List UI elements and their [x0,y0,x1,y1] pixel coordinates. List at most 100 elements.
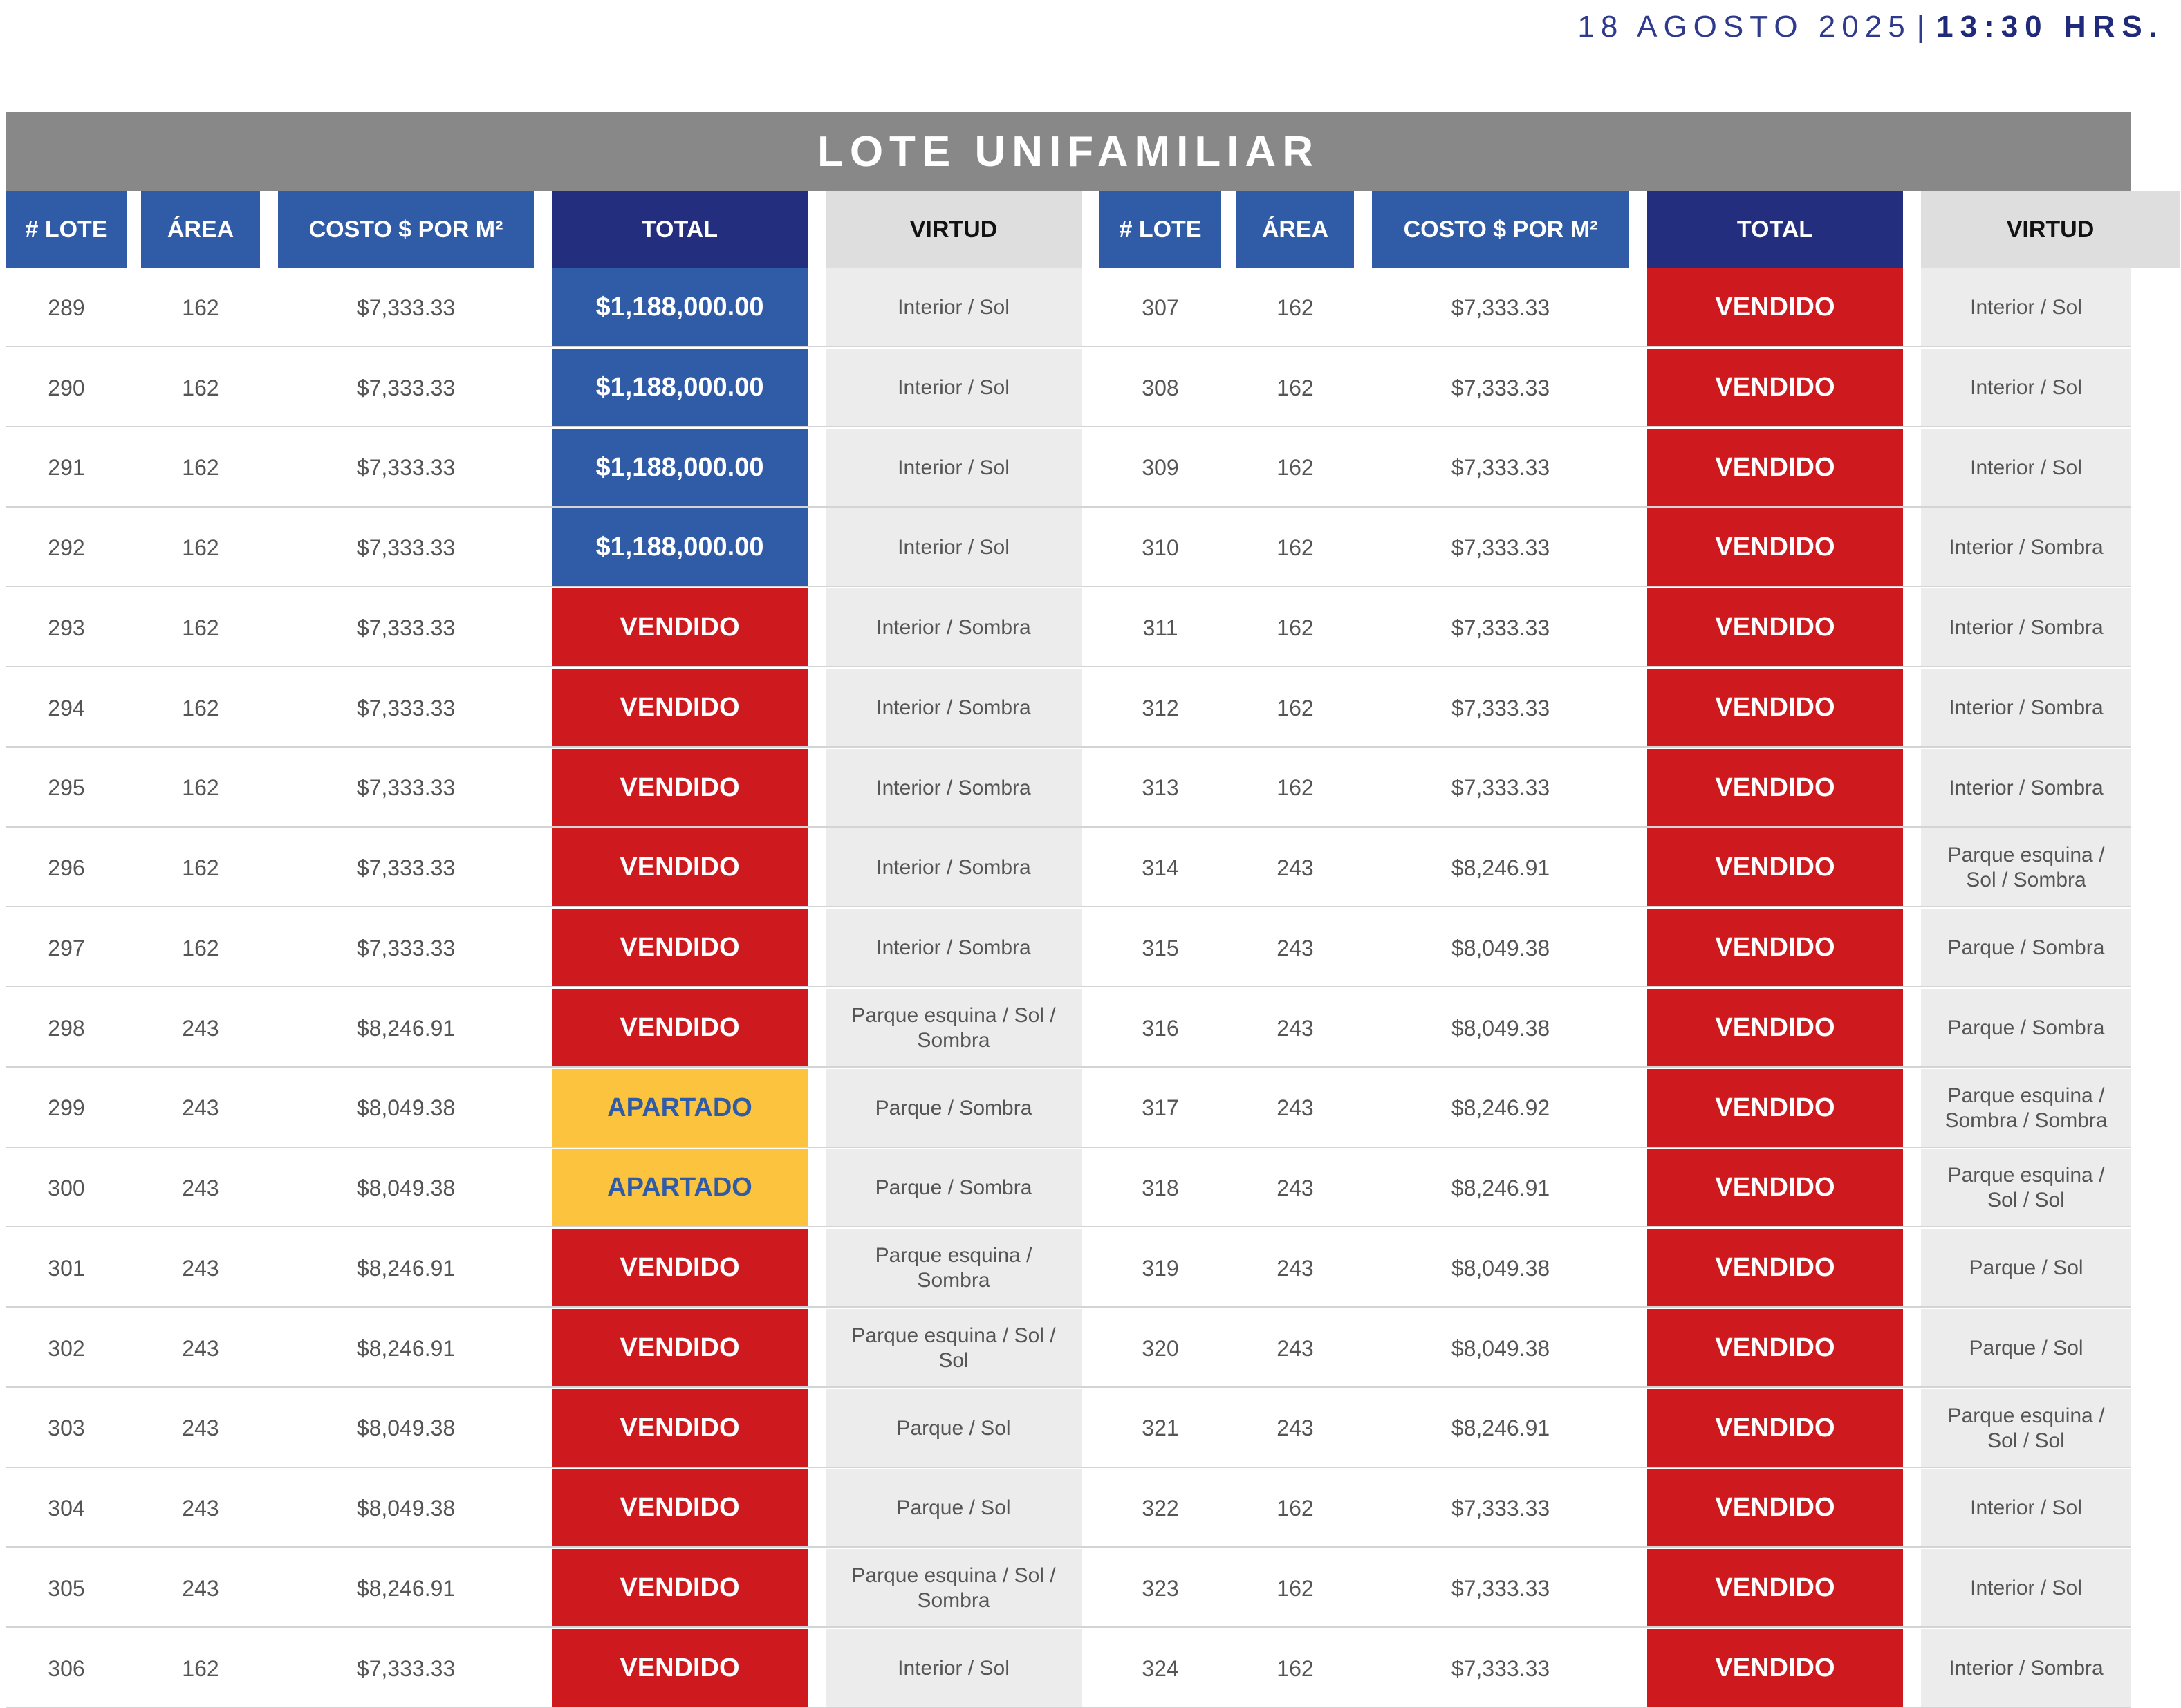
area-cell: 162 [182,455,219,481]
total-sold-badge: VENDIDO [1647,828,1903,908]
lote-cell: 310 [1142,535,1179,561]
header-total-left: TOTAL [552,191,808,268]
area-cell: 243 [182,1415,219,1441]
header-total-right: TOTAL [1647,191,1903,268]
costo-cell: $7,333.33 [356,295,456,320]
total-sold-badge: VENDIDO [552,1229,808,1308]
costo-cell: $8,246.92 [1451,1095,1550,1121]
lote-cell: 297 [48,935,85,960]
area-cell: 162 [1277,375,1314,400]
area-cell: 162 [182,615,219,640]
header-virtud-right: VIRTUD [1921,191,2180,268]
costo-cell: $7,333.33 [1451,375,1550,400]
total-sold-badge: VENDIDO [1647,348,1903,427]
area-cell: 243 [182,1496,219,1521]
lote-cell: 314 [1142,855,1179,881]
lote-cell: 313 [1142,775,1179,801]
header-costo-right: COSTO $ POR M² [1372,191,1629,268]
lote-cell: 305 [48,1575,85,1601]
header-row: # LOTE ÁREA COSTO $ POR M² TOTAL VIRTUD … [0,191,2181,268]
costo-cell: $7,333.33 [1451,535,1550,561]
total-price-badge: $1,188,000.00 [552,348,808,427]
lote-cell: 322 [1142,1496,1179,1521]
virtud-cell: Parque esquina / Sol / Sombra [826,988,1082,1068]
table-row: 306 162 $7,333.33 VENDIDO Interior / Sol 324 1… [0,1628,2181,1708]
area-cell: 162 [1277,775,1314,801]
area-cell: 162 [182,535,219,561]
table-row: 305 243 $8,246.91 VENDIDO Parque esquina / S… [0,1549,2181,1628]
table-row: 304 243 $8,049.38 VENDIDO Parque / Sol 322 162… [0,1469,2181,1548]
total-price-badge: $1,188,000.00 [552,508,808,588]
virtud-cell: Parque / Sombra [826,1068,1082,1148]
lote-cell: 308 [1142,375,1179,400]
costo-cell: $8,049.38 [1451,1015,1550,1041]
lote-cell: 309 [1142,455,1179,481]
total-price-badge: $1,188,000.00 [552,428,808,508]
lote-cell: 303 [48,1415,85,1441]
table-row: 301 243 $8,246.91 VENDIDO Parque esquina / S… [0,1229,2181,1308]
total-sold-badge: VENDIDO [1647,508,1903,588]
lote-cell: 306 [48,1655,85,1681]
area-cell: 243 [1277,1176,1314,1201]
total-sold-badge: VENDIDO [552,1308,808,1388]
virtud-cell: Interior / Sol [826,1628,1082,1708]
lote-cell: 299 [48,1095,85,1121]
total-sold-badge: VENDIDO [1647,268,1903,347]
total-sold-badge: VENDIDO [1647,1229,1903,1308]
virtud-cell: Interior / Sombra [826,828,1082,908]
area-cell: 243 [182,1015,219,1041]
total-sold-badge: VENDIDO [552,668,808,748]
total-sold-badge: VENDIDO [552,748,808,828]
costo-cell: $8,049.38 [356,1496,456,1521]
area-cell: 243 [1277,1415,1314,1441]
total-sold-badge: VENDIDO [1647,1149,1903,1228]
report-date: 18 AGOSTO 2025 [1577,10,1911,44]
lote-cell: 293 [48,615,85,640]
lote-cell: 312 [1142,695,1179,721]
total-sold-badge: VENDIDO [1647,1469,1903,1548]
table-row: 292 162 $7,333.33 $1,188,000.00 Interior / S… [0,508,2181,588]
area-cell: 243 [1277,1015,1314,1041]
total-sold-badge: VENDIDO [1647,748,1903,828]
table-row: 299 243 $8,049.38 APARTADO Parque / Sombra 31… [0,1068,2181,1148]
costo-cell: $8,246.91 [356,1015,456,1041]
virtud-cell: Interior / Sol [1921,1549,2131,1628]
area-cell: 162 [182,775,219,801]
area-cell: 162 [1277,1575,1314,1601]
lote-cell: 315 [1142,935,1179,960]
header-virtud-left: VIRTUD [826,191,1082,268]
costo-cell: $7,333.33 [1451,695,1550,721]
total-sold-badge: VENDIDO [552,1549,808,1628]
costo-cell: $8,246.91 [1451,1176,1550,1201]
lote-cell: 319 [1142,1255,1179,1281]
area-cell: 243 [182,1575,219,1601]
costo-cell: $7,333.33 [356,615,456,640]
date-separator: | [1916,10,1931,44]
area-cell: 162 [1277,615,1314,640]
table-row: 303 243 $8,049.38 VENDIDO Parque / Sol 321 243… [0,1389,2181,1468]
virtud-cell: Interior / Sol [826,428,1082,508]
total-sold-badge: VENDIDO [1647,988,1903,1068]
total-sold-badge: VENDIDO [552,909,808,987]
total-sold-badge: VENDIDO [1647,1068,1903,1148]
total-sold-badge: VENDIDO [552,588,808,667]
virtud-cell: Interior / Sombra [1921,588,2131,667]
area-cell: 243 [1277,1095,1314,1121]
table-row: 290 162 $7,333.33 $1,188,000.00 Interior / S… [0,348,2181,427]
total-sold-badge: VENDIDO [1647,1628,1903,1708]
lote-cell: 290 [48,375,85,400]
costo-cell: $8,049.38 [1451,935,1550,960]
virtud-cell: Parque / Sol [1921,1308,2131,1388]
costo-cell: $8,246.91 [1451,855,1550,881]
costo-cell: $7,333.33 [1451,1575,1550,1601]
virtud-cell: Parque / Sol [1921,1229,2131,1308]
costo-cell: $7,333.33 [1451,775,1550,801]
table-row: 296 162 $7,333.33 VENDIDO Interior / Sombra 3… [0,828,2181,908]
table-row: 297 162 $7,333.33 VENDIDO Interior / Sombra 3… [0,909,2181,987]
total-sold-badge: VENDIDO [1647,1389,1903,1468]
lote-cell: 294 [48,695,85,721]
costo-cell: $8,246.91 [356,1575,456,1601]
lote-cell: 302 [48,1335,85,1361]
costo-cell: $8,049.38 [356,1415,456,1441]
costo-cell: $7,333.33 [356,1655,456,1681]
